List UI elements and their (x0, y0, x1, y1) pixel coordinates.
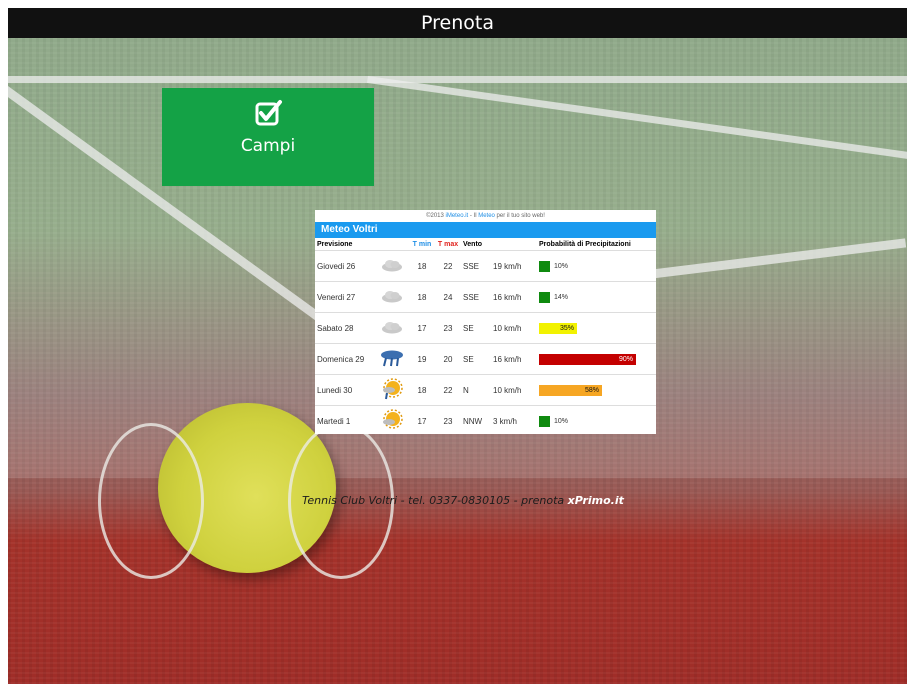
weather-title[interactable]: Meteo Voltri (315, 222, 656, 238)
cloud-icon (375, 312, 409, 344)
precip-label: 10% (554, 417, 569, 425)
precip-indicator (539, 260, 550, 272)
precip-label: 14% (554, 293, 569, 301)
copyright-text: - Il (468, 213, 479, 219)
header-previsione: Previsione (317, 240, 353, 248)
wind-direction: SSE (461, 250, 491, 282)
sun-cloud-icon (375, 405, 409, 436)
temp-min: 18 (409, 374, 435, 406)
app-frame: Prenota Campi ©2013 iMeteo.it - Il Meteo… (8, 8, 907, 684)
precip-label: 10% (554, 262, 569, 270)
precip-cell: 58% (537, 374, 656, 406)
weather-row: Lunedi 30 18 22 N 10 km/h 58% (315, 374, 656, 406)
precip-indicator (539, 291, 550, 303)
wind-speed: 16 km/h (491, 281, 537, 313)
precip-bar: 58% (539, 384, 602, 396)
forecast-day-link[interactable]: Lunedi 30 (315, 374, 375, 406)
weather-copyright: ©2013 iMeteo.it - Il Meteo per il tuo si… (315, 210, 656, 222)
campi-label: Campi (240, 136, 296, 156)
ball-seam (98, 423, 204, 579)
wind-speed: 10 km/h (491, 374, 537, 406)
temp-max: 24 (435, 281, 461, 313)
wind-speed: 19 km/h (491, 250, 537, 282)
precip-cell: 10% (537, 250, 656, 282)
temp-max: 23 (435, 312, 461, 344)
forecast-day-link[interactable]: Sabato 28 (315, 312, 375, 344)
copyright-text: ©2013 (426, 213, 446, 219)
cloud-icon (375, 281, 409, 313)
temp-max: 20 (435, 343, 461, 375)
wind-direction: N (461, 374, 491, 406)
temp-max: 22 (435, 250, 461, 282)
weather-row: Venerdi 27 18 24 SSE 16 km/h 14% (315, 281, 656, 313)
campi-button[interactable]: Campi (162, 88, 374, 186)
wind-direction: NNW (461, 405, 491, 436)
temp-min: 17 (409, 312, 435, 344)
wind-speed: 3 km/h (491, 405, 537, 436)
precip-cell: 14% (537, 281, 656, 313)
checkbox-check-icon (162, 98, 374, 130)
weather-row: Martedi 1 17 23 NNW 3 km/h 10% (315, 405, 656, 436)
footer-text: Tennis Club Voltri - tel. 0337-0830105 -… (302, 494, 682, 507)
precip-indicator (539, 415, 550, 427)
temp-min: 19 (409, 343, 435, 375)
footer-contact: Tennis Club Voltri - tel. 0337-0830105 -… (302, 494, 568, 507)
weather-row: Domenica 29 19 20 SE 16 km/h 90% (315, 343, 656, 375)
precip-bar: 35% (539, 322, 577, 334)
forecast-day-link[interactable]: Giovedi 26 (315, 250, 375, 282)
wind-speed: 16 km/h (491, 343, 537, 375)
page-title: Prenota (8, 8, 907, 38)
copyright-text: per il tuo sito web! (494, 213, 545, 219)
forecast-day-link[interactable]: Venerdi 27 (315, 281, 375, 313)
forecast-day-link[interactable]: Martedi 1 (315, 405, 375, 436)
precip-cell: 10% (537, 405, 656, 436)
temp-min: 17 (409, 405, 435, 436)
precip-bar: 90% (539, 353, 636, 365)
header-tmin: T min (412, 240, 432, 248)
precip-cell: 90% (537, 343, 656, 375)
weather-row: Giovedi 26 18 22 SSE 19 km/h 10% (315, 250, 656, 282)
forecast-day-link[interactable]: Domenica 29 (315, 343, 375, 375)
temp-min: 18 (409, 250, 435, 282)
header-tmax: T max (437, 240, 459, 248)
weather-widget: ©2013 iMeteo.it - Il Meteo per il tuo si… (315, 210, 656, 436)
temp-min: 18 (409, 281, 435, 313)
precip-label: 35% (559, 324, 574, 332)
temp-max: 23 (435, 405, 461, 436)
weather-table: Previsione T min T max Vento Probabilità… (315, 238, 656, 436)
temp-max: 22 (435, 374, 461, 406)
wind-direction: SSE (461, 281, 491, 313)
precip-cell: 35% (537, 312, 656, 344)
weather-row: Sabato 28 17 23 SE 10 km/h 35% (315, 312, 656, 344)
sun-rain-icon (375, 374, 409, 406)
header-icon (375, 238, 409, 251)
rain-icon (375, 343, 409, 375)
header-probabilita: Probabilità di Precipitazioni (539, 240, 631, 248)
precip-label: 58% (584, 386, 599, 394)
footer-brand-link[interactable]: xPrimo.it (568, 494, 624, 507)
cloud-icon (375, 250, 409, 282)
wind-direction: SE (461, 312, 491, 344)
tennis-ball-image (98, 403, 394, 579)
precip-label: 90% (618, 355, 633, 363)
header-vento: Vento (463, 240, 483, 248)
meteo-link[interactable]: Meteo (478, 213, 495, 219)
imeteo-link[interactable]: iMeteo.it (446, 213, 469, 219)
wind-direction: SE (461, 343, 491, 375)
wind-speed: 10 km/h (491, 312, 537, 344)
